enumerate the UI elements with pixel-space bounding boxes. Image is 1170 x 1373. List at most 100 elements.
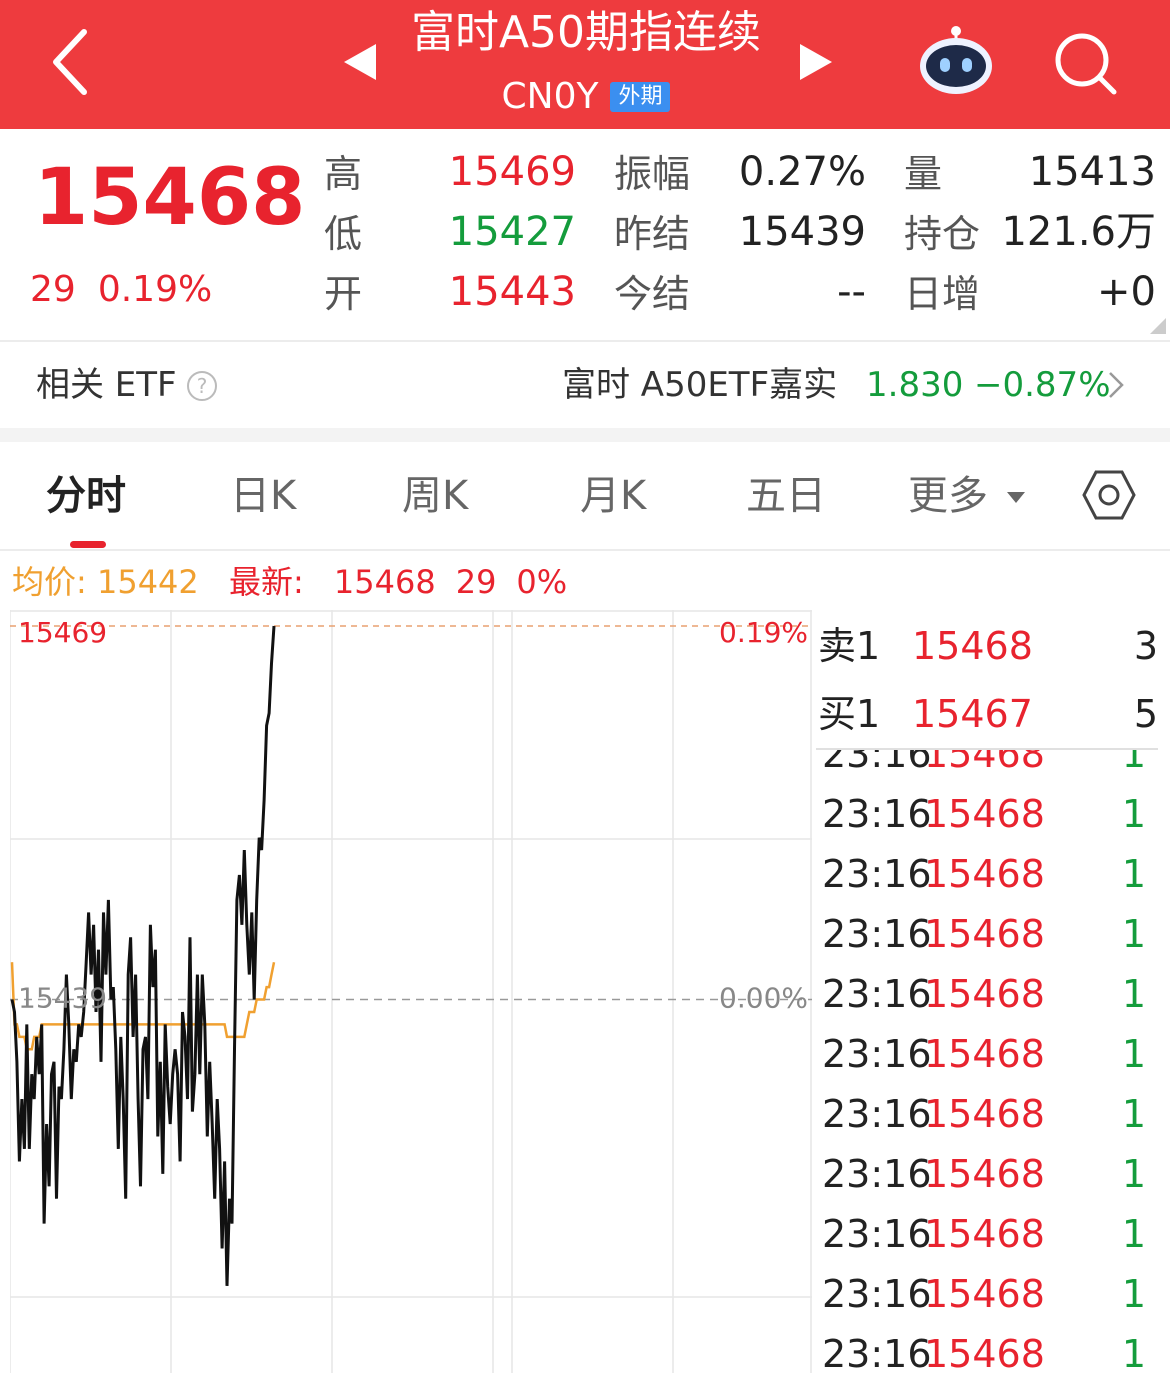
tick-row: 23:16 15468 1	[816, 1024, 1160, 1084]
tab-more-label: 更多	[908, 473, 988, 519]
help-icon[interactable]: ?	[186, 370, 218, 402]
assistant-button[interactable]	[916, 24, 996, 100]
tab-weekly-k[interactable]: 周K	[402, 470, 468, 522]
tick-price: 15468	[924, 1152, 1045, 1196]
tick-volume: 1	[1121, 1212, 1146, 1256]
related-etf-label: 相关 ETF	[36, 365, 177, 405]
bid-price: 15467	[912, 692, 1033, 736]
tick-price: 15468	[924, 1092, 1045, 1136]
etf-change-percent: −0.87%	[974, 365, 1111, 405]
tick-price: 15468	[924, 972, 1045, 1016]
latest-label: 最新:	[228, 563, 304, 601]
svg-text:?: ?	[197, 374, 208, 398]
search-button[interactable]	[1052, 30, 1118, 100]
tick-time: 23:16	[822, 750, 932, 776]
daily-increase-value: +0	[1097, 269, 1156, 315]
tick-volume: 1	[1121, 852, 1146, 896]
tick-price: 15468	[924, 1032, 1045, 1076]
ask-row: 卖1 15468 3	[816, 616, 1160, 676]
tick-volume: 1	[1121, 750, 1146, 776]
low-value: 15427	[448, 209, 576, 255]
y-max-percent-label: 0.19%	[719, 616, 808, 649]
etf-name[interactable]: 富时 A50ETF嘉实	[562, 361, 837, 409]
tab-five-day[interactable]: 五日	[746, 470, 826, 522]
tick-row: 23:16 15468 1	[816, 1264, 1160, 1324]
tick-time: 23:16	[822, 1032, 932, 1076]
tick-volume: 1	[1121, 1032, 1146, 1076]
contract-code: CN0Y	[501, 76, 599, 117]
tick-volume: 1	[1121, 1272, 1146, 1316]
high-value: 15469	[448, 149, 576, 195]
etf-price: 1.830	[866, 365, 964, 405]
ask-volume: 3	[1133, 624, 1158, 668]
tab-daily-k[interactable]: 日K	[230, 470, 296, 522]
reference-value-label: 15439	[18, 982, 107, 1015]
tick-price: 15468	[924, 912, 1045, 956]
tick-price: 15468	[924, 750, 1045, 776]
page-title: 富时A50期指连续	[410, 7, 762, 58]
low-label: 低	[324, 212, 363, 256]
section-separator	[0, 428, 1170, 442]
tick-row: 23:16 15468 1	[816, 1084, 1160, 1144]
prev-contract-button[interactable]	[340, 42, 380, 86]
change-percent: 0.19%	[97, 269, 213, 310]
bid-row: 买1 15467 5	[816, 684, 1160, 744]
price-change: 29 0.19%	[30, 266, 212, 314]
open-value: 15443	[448, 269, 576, 315]
tick-volume: 1	[1121, 1332, 1146, 1373]
tick-time: 23:16	[822, 972, 932, 1016]
prev-arrow-icon	[344, 44, 376, 80]
avg-price: 均价: 15442	[12, 563, 199, 601]
reference-percent-label: 0.00%	[719, 982, 808, 1015]
volume-value: 15413	[1028, 149, 1156, 195]
next-contract-button[interactable]	[796, 42, 836, 86]
tick-row: 23:16 15468 1	[816, 1144, 1160, 1204]
chevron-right-icon[interactable]	[1106, 370, 1126, 400]
chart-legend: 均价: 15442 最新: 15468 29 0%	[12, 560, 567, 604]
trade-ticks-list[interactable]: 23:16 15468 1 23:16 15468 1 23:16 15468 1 23:1…	[816, 750, 1160, 1373]
latest-change: 29	[455, 563, 497, 601]
volume-label: 量	[904, 152, 943, 196]
avg-value: 15442	[96, 563, 199, 601]
tick-time: 23:16	[822, 1092, 932, 1136]
ask-label: 卖1	[818, 624, 881, 668]
bid-volume: 5	[1133, 692, 1158, 736]
back-button[interactable]	[40, 22, 104, 102]
tick-row: 23:16 15468 1	[816, 784, 1160, 844]
tick-time: 23:16	[822, 1152, 932, 1196]
tick-price: 15468	[924, 1212, 1045, 1256]
tick-volume: 1	[1121, 792, 1146, 836]
next-arrow-icon	[800, 44, 832, 80]
prev-settle-label: 昨结	[614, 212, 691, 256]
tick-row: 23:16 15468 1	[816, 750, 1160, 784]
tick-time: 23:16	[822, 1332, 932, 1373]
divider	[0, 549, 1170, 551]
change-value: 29	[30, 269, 76, 310]
tab-more[interactable]: 更多	[908, 470, 1025, 522]
tick-price: 15468	[924, 1272, 1045, 1316]
tick-row: 23:16 15468 1	[816, 1204, 1160, 1264]
chart-settings-button[interactable]	[1082, 468, 1136, 526]
search-icon	[1055, 33, 1117, 95]
tab-monthly-k[interactable]: 月K	[580, 470, 646, 522]
tick-row: 23:16 15468 1	[816, 964, 1160, 1024]
settle-label: 今结	[614, 272, 691, 316]
tick-volume: 1	[1121, 1152, 1146, 1196]
tick-row: 23:16 15468 1	[816, 844, 1160, 904]
tick-time: 23:16	[822, 1212, 932, 1256]
prev-settle-value: 15439	[738, 209, 866, 255]
intraday-chart[interactable]: 15469 0.19% 15439 0.00%	[10, 610, 812, 1373]
expand-corner-icon[interactable]	[1150, 318, 1166, 334]
tab-intraday[interactable]: 分时	[46, 470, 126, 522]
caret-down-icon	[1006, 492, 1025, 503]
tick-row: 23:16 15468 1	[816, 1324, 1160, 1373]
high-label: 高	[324, 152, 363, 196]
active-tab-indicator	[70, 541, 106, 548]
latest-percent: 0%	[516, 563, 568, 601]
tick-volume: 1	[1121, 912, 1146, 956]
tick-time: 23:16	[822, 1272, 932, 1316]
ask-price: 15468	[912, 624, 1033, 668]
tick-price: 15468	[924, 1332, 1045, 1373]
bid-label: 买1	[818, 692, 881, 736]
tick-row: 23:16 15468 1	[816, 904, 1160, 964]
